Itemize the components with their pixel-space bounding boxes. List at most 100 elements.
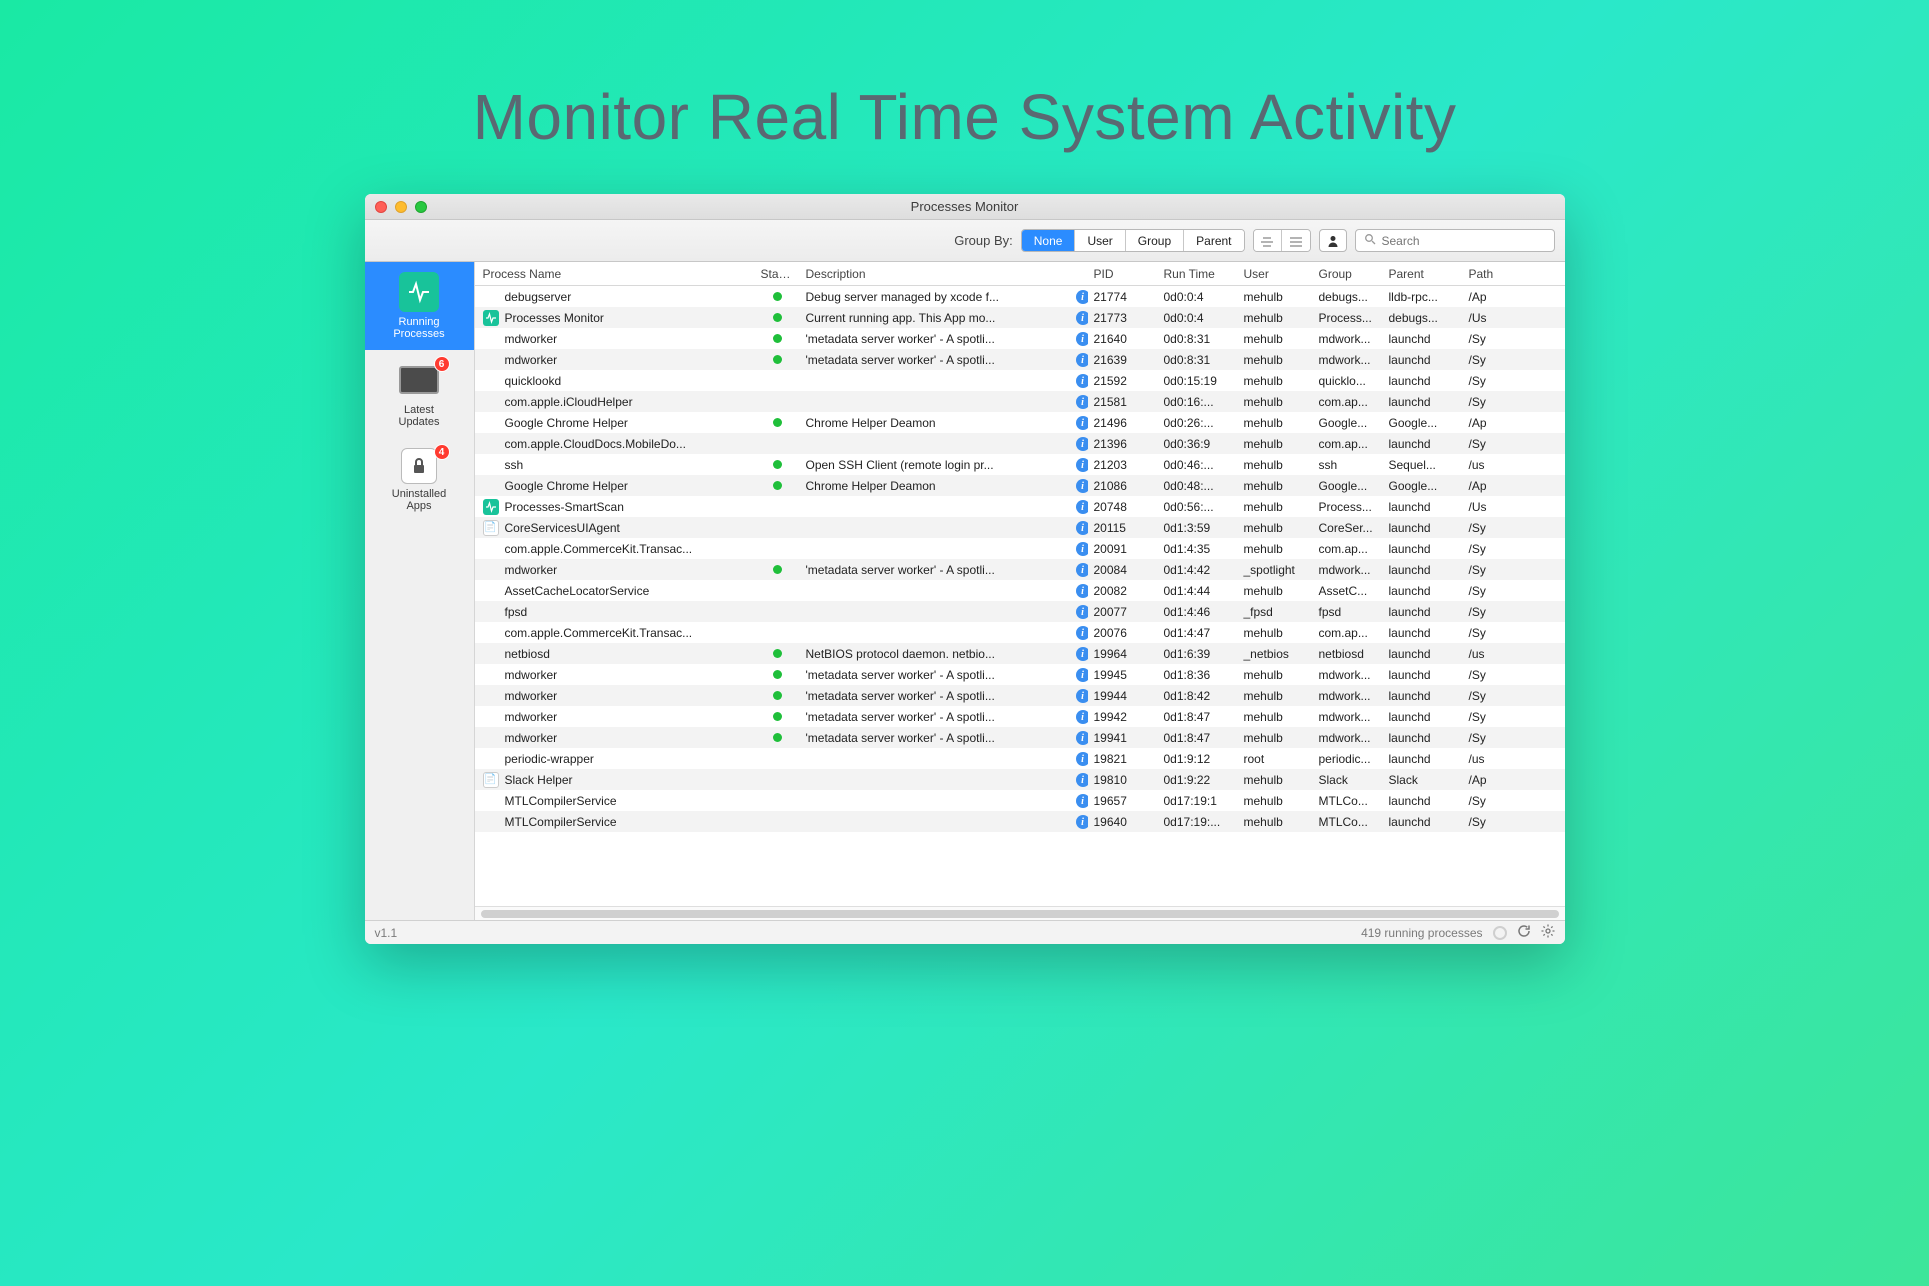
user-filter-icon[interactable] [1319, 229, 1347, 252]
table-row[interactable]: sshOpen SSH Client (remote login pr...i2… [475, 454, 1565, 475]
info-icon[interactable]: i [1076, 626, 1088, 640]
search-input[interactable] [1382, 234, 1546, 248]
table-row[interactable]: mdworker'metadata server worker' - A spo… [475, 727, 1565, 748]
process-runtime: 0d1:8:47 [1158, 710, 1238, 724]
info-icon[interactable]: i [1076, 668, 1088, 682]
view-justify-icon[interactable] [1282, 230, 1310, 252]
table-row[interactable]: Processes MonitorCurrent running app. Th… [475, 307, 1565, 328]
table-row[interactable]: mdworker'metadata server worker' - A spo… [475, 328, 1565, 349]
horizontal-scrollbar[interactable] [475, 906, 1565, 920]
info-icon[interactable]: i [1076, 290, 1088, 304]
info-icon[interactable]: i [1076, 773, 1088, 787]
table-row[interactable]: fpsdi200770d1:4:46_fpsdfpsdlaunchd/Sy [475, 601, 1565, 622]
info-icon[interactable]: i [1076, 521, 1088, 535]
table-row[interactable]: periodic-wrapperi198210d1:9:12rootperiod… [475, 748, 1565, 769]
process-group: mdwork... [1313, 731, 1383, 745]
table-row[interactable]: MTLCompilerServicei196400d17:19:...mehul… [475, 811, 1565, 832]
process-runtime: 0d1:8:42 [1158, 689, 1238, 703]
toolbar: Group By: None User Group Parent [365, 220, 1565, 262]
table-row[interactable]: netbiosdNetBIOS protocol daemon. netbio.… [475, 643, 1565, 664]
search-field[interactable] [1355, 229, 1555, 252]
info-icon[interactable]: i [1076, 437, 1088, 451]
process-group: Slack [1313, 773, 1383, 787]
info-icon[interactable]: i [1076, 458, 1088, 472]
process-parent: launchd [1383, 374, 1463, 388]
sidebar-item-uninstalled-apps[interactable]: 4UninstalledApps [365, 438, 474, 522]
info-icon[interactable]: i [1076, 584, 1088, 598]
table-row[interactable]: com.apple.CommerceKit.Transac...i200760d… [475, 622, 1565, 643]
col-group[interactable]: Group [1313, 267, 1383, 281]
col-status[interactable]: Status [755, 267, 800, 281]
info-icon[interactable]: i [1076, 374, 1088, 388]
info-icon[interactable]: i [1076, 353, 1088, 367]
close-icon[interactable] [375, 201, 387, 213]
col-pid[interactable]: PID [1088, 267, 1158, 281]
sidebar-item-latest-updates[interactable]: 6LatestUpdates [365, 350, 474, 438]
table-row[interactable]: debugserverDebug server managed by xcode… [475, 286, 1565, 307]
activity-icon [483, 499, 499, 515]
process-runtime: 0d0:26:... [1158, 416, 1238, 430]
process-parent: launchd [1383, 815, 1463, 829]
info-icon[interactable]: i [1076, 542, 1088, 556]
process-icon [483, 688, 499, 704]
info-icon[interactable]: i [1076, 479, 1088, 493]
process-user: mehulb [1238, 794, 1313, 808]
table-row[interactable]: 📄Slack Helperi198100d1:9:22mehulbSlackSl… [475, 769, 1565, 790]
info-icon[interactable]: i [1076, 605, 1088, 619]
info-icon[interactable]: i [1076, 311, 1088, 325]
process-user: _netbios [1238, 647, 1313, 661]
info-icon[interactable]: i [1076, 500, 1088, 514]
table-row[interactable]: 📄CoreServicesUIAgenti201150d1:3:59mehulb… [475, 517, 1565, 538]
group-by-user[interactable]: User [1075, 230, 1125, 251]
view-center-icon[interactable] [1254, 230, 1282, 252]
sidebar-item-label: UninstalledApps [392, 488, 446, 512]
table-row[interactable]: Processes-SmartScani207480d0:56:...mehul… [475, 496, 1565, 517]
group-by-parent[interactable]: Parent [1184, 230, 1243, 251]
info-icon[interactable]: i [1076, 731, 1088, 745]
process-parent: Google... [1383, 479, 1463, 493]
process-desc: Debug server managed by xcode f... [806, 290, 1064, 304]
table-row[interactable]: com.apple.CommerceKit.Transac...i200910d… [475, 538, 1565, 559]
info-icon[interactable]: i [1076, 416, 1088, 430]
info-icon[interactable]: i [1076, 395, 1088, 409]
table-row[interactable]: mdworker'metadata server worker' - A spo… [475, 559, 1565, 580]
info-icon[interactable]: i [1076, 647, 1088, 661]
table-row[interactable]: mdworker'metadata server worker' - A spo… [475, 349, 1565, 370]
info-icon[interactable]: i [1076, 752, 1088, 766]
table-row[interactable]: com.apple.CloudDocs.MobileDo...i213960d0… [475, 433, 1565, 454]
process-pid: 20084 [1088, 563, 1158, 577]
process-runtime: 0d1:4:46 [1158, 605, 1238, 619]
col-run[interactable]: Run Time [1158, 267, 1238, 281]
minimize-icon[interactable] [395, 201, 407, 213]
group-by-none[interactable]: None [1022, 230, 1076, 251]
table-row[interactable]: mdworker'metadata server worker' - A spo… [475, 664, 1565, 685]
info-icon[interactable]: i [1076, 332, 1088, 346]
table-row[interactable]: mdworker'metadata server worker' - A spo… [475, 685, 1565, 706]
settings-icon[interactable] [1541, 924, 1555, 941]
info-icon[interactable]: i [1076, 689, 1088, 703]
table-row[interactable]: Google Chrome HelperChrome Helper Deamon… [475, 412, 1565, 433]
table-row[interactable]: mdworker'metadata server worker' - A spo… [475, 706, 1565, 727]
table-row[interactable]: quicklookdi215920d0:15:19mehulbquicklo..… [475, 370, 1565, 391]
table-row[interactable]: Google Chrome HelperChrome Helper Deamon… [475, 475, 1565, 496]
col-desc[interactable]: Description [800, 267, 1070, 281]
sidebar-item-running-processes[interactable]: RunningProcesses [365, 262, 474, 350]
info-icon[interactable]: i [1076, 815, 1088, 829]
col-user[interactable]: User [1238, 267, 1313, 281]
col-path[interactable]: Path [1463, 267, 1505, 281]
col-parent[interactable]: Parent [1383, 267, 1463, 281]
table-row[interactable]: com.apple.iCloudHelperi215810d0:16:...me… [475, 391, 1565, 412]
group-by-group[interactable]: Group [1126, 230, 1184, 251]
maximize-icon[interactable] [415, 201, 427, 213]
process-name: mdworker [505, 332, 558, 346]
info-icon[interactable]: i [1076, 710, 1088, 724]
info-icon[interactable]: i [1076, 794, 1088, 808]
table-row[interactable]: MTLCompilerServicei196570d17:19:1mehulbM… [475, 790, 1565, 811]
process-name: periodic-wrapper [505, 752, 594, 766]
info-icon[interactable]: i [1076, 563, 1088, 577]
process-desc: Current running app. This App mo... [806, 311, 1064, 325]
table-row[interactable]: AssetCacheLocatorServicei200820d1:4:44me… [475, 580, 1565, 601]
refresh-icon[interactable] [1517, 924, 1531, 941]
process-name: Google Chrome Helper [505, 416, 628, 430]
col-name[interactable]: Process Name [475, 267, 755, 281]
